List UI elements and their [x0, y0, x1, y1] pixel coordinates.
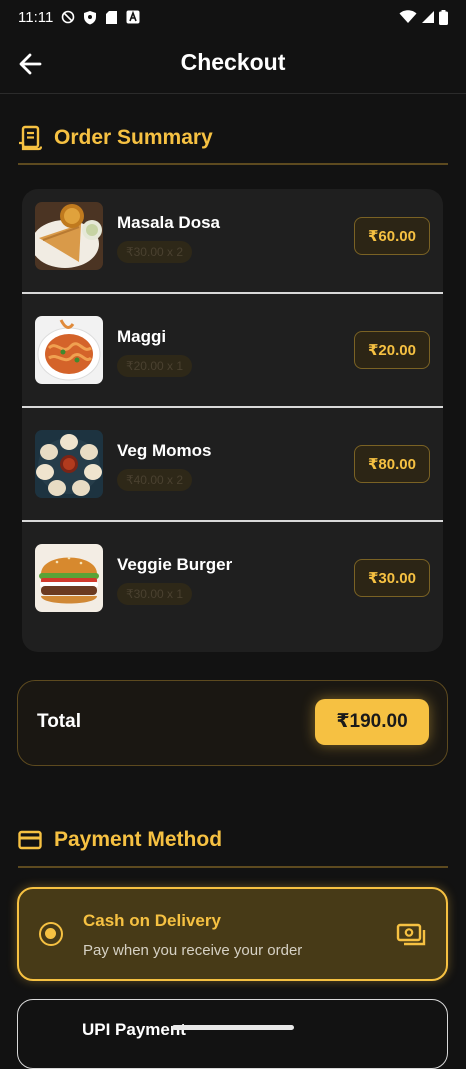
item-divider	[22, 292, 443, 294]
radio-dot	[45, 928, 56, 939]
status-right	[399, 9, 448, 25]
payment-method-divider	[18, 866, 448, 868]
order-summary-header: Order Summary	[18, 125, 213, 151]
sd-card-icon	[106, 10, 118, 24]
payment-option-upi[interactable]: UPI Payment	[17, 999, 448, 1069]
order-items-card: Masala Dosa ₹30.00 x 2 ₹60.00 Maggi ₹20.…	[22, 189, 443, 652]
item-price-badge: ₹20.00	[354, 331, 430, 369]
item-price-badge: ₹80.00	[354, 445, 430, 483]
item-name: Veggie Burger	[117, 555, 233, 574]
page-title: Checkout	[180, 49, 286, 75]
item-name: Veg Momos	[117, 441, 212, 460]
payment-option-title: UPI Payment	[82, 1020, 186, 1039]
status-time: 11:11	[18, 8, 54, 26]
app-bar: Checkout	[0, 34, 466, 94]
order-item-maggi[interactable]: Maggi ₹20.00 x 1 ₹20.00	[22, 303, 443, 416]
maggi-image	[35, 316, 103, 384]
wifi-icon	[399, 10, 417, 23]
order-summary-title: Order Summary	[54, 126, 213, 149]
item-divider	[22, 406, 443, 408]
radio-selected[interactable]	[39, 922, 63, 946]
signal-icon	[422, 11, 434, 23]
item-qty-badge: ₹20.00 x 1	[117, 355, 193, 377]
masala-dosa-image	[35, 202, 103, 270]
item-divider	[22, 520, 443, 522]
payment-option-cash-on-delivery[interactable]: Cash on Delivery Pay when you receive yo…	[17, 887, 448, 981]
payment-option-title: Cash on Delivery	[83, 911, 221, 930]
item-qty-badge: ₹30.00 x 1	[117, 583, 193, 605]
receipt-icon	[19, 125, 42, 151]
payment-option-subtitle: Pay when you receive your order	[83, 942, 303, 959]
payment-method-title: Payment Method	[54, 828, 223, 851]
item-price-badge: ₹60.00	[354, 217, 430, 255]
total-label: Total	[37, 711, 81, 732]
vpn-icon	[62, 10, 75, 24]
cash-icon	[396, 923, 426, 946]
order-item-veg-momos[interactable]: Veg Momos ₹40.00 x 2 ₹80.00	[22, 417, 443, 530]
status-left: 11:11	[18, 9, 140, 26]
item-name: Masala Dosa	[117, 213, 220, 232]
item-price-badge: ₹30.00	[354, 559, 430, 597]
status-bar: 11:11	[0, 0, 466, 34]
veg-momos-image	[35, 430, 103, 498]
home-indicator[interactable]	[172, 1025, 294, 1030]
payment-method-header: Payment Method	[18, 828, 222, 852]
item-qty-badge: ₹30.00 x 2	[117, 241, 193, 263]
shield-icon	[84, 10, 97, 24]
item-qty-badge: ₹40.00 x 2	[117, 469, 193, 491]
order-item-veggie-burger[interactable]: Veggie Burger ₹30.00 x 1 ₹30.00	[22, 531, 443, 644]
item-name: Maggi	[117, 327, 167, 346]
credit-card-icon	[18, 830, 42, 850]
total-card: Total ₹190.00	[17, 680, 448, 766]
veggie-burger-image	[35, 544, 103, 612]
order-item-masala-dosa[interactable]: Masala Dosa ₹30.00 x 2 ₹60.00	[22, 189, 443, 302]
order-summary-divider	[18, 163, 448, 165]
font-icon	[126, 10, 140, 24]
total-amount-badge: ₹190.00	[315, 699, 429, 745]
battery-icon	[439, 9, 448, 25]
